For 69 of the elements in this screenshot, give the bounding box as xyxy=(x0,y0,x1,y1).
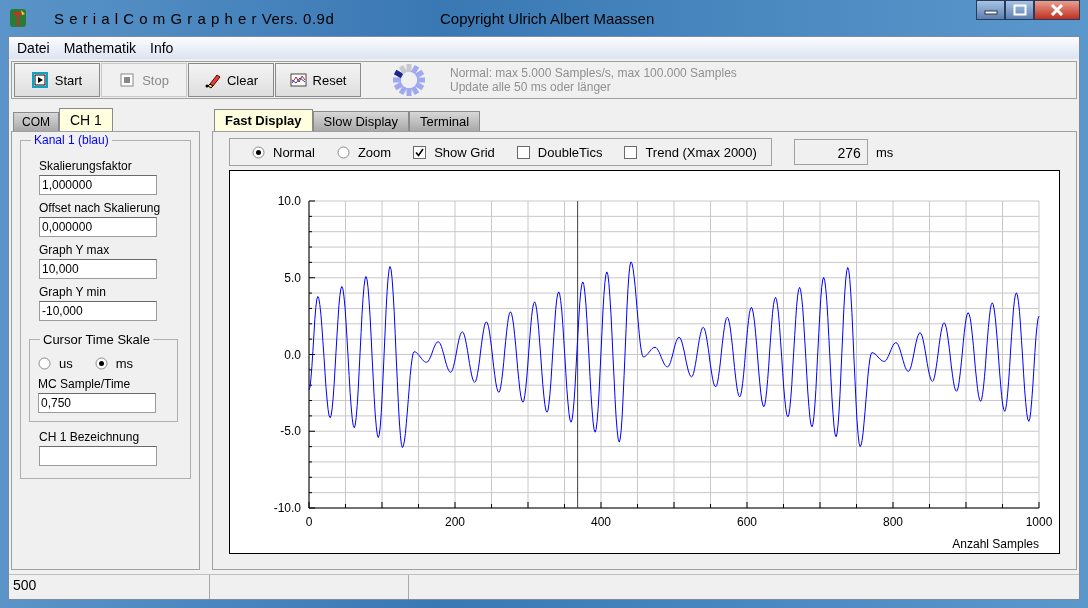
checkbox-label: DoubleTics xyxy=(537,144,603,160)
radio-label: us xyxy=(59,356,73,371)
tick-label: 200 xyxy=(445,515,465,529)
input-field[interactable]: -10,000 xyxy=(39,301,157,321)
window-title: S e r i a l C o m G r a p h e r Vers. 0.9d xyxy=(54,9,336,27)
tick-label: 0 xyxy=(305,515,313,529)
radio-label: Normal xyxy=(273,144,315,160)
close-icon xyxy=(1050,4,1064,16)
input-field[interactable]: 0,000000 xyxy=(39,217,157,237)
radio-button[interactable] xyxy=(336,145,350,159)
graph-icon xyxy=(289,71,307,89)
readout-field: 276 xyxy=(793,139,868,165)
menu-item[interactable]: Datei xyxy=(13,40,54,56)
radio-button[interactable] xyxy=(252,145,265,159)
play-icon xyxy=(31,71,49,89)
minimize-button[interactable] xyxy=(976,0,1005,20)
checkbox-label: Show Grid xyxy=(434,144,495,160)
field-label: Skalierungsfaktor xyxy=(39,159,133,173)
checkbox-label: Trend (Xmax 2000) xyxy=(645,144,757,160)
maximize-button[interactable] xyxy=(1005,0,1034,20)
checkbox[interactable] xyxy=(624,145,638,159)
radio-label: Zoom xyxy=(357,144,392,160)
toolbar-button[interactable]: Start xyxy=(14,63,100,97)
toolbar-button[interactable]: Reset xyxy=(275,63,361,97)
tab[interactable]: Terminal xyxy=(409,111,481,131)
input-field[interactable] xyxy=(39,446,157,466)
tab[interactable]: COM xyxy=(13,112,59,131)
input-field[interactable]: 0,750 xyxy=(38,393,156,413)
info-text: Normal: max 5.000 Samples/s, max 100.000 Samples xyxy=(450,66,737,80)
stop-icon xyxy=(119,71,137,89)
tick-label: 800 xyxy=(883,515,903,529)
axis-title: Anzahl Samples xyxy=(952,537,1039,551)
tick-label: -5.0 xyxy=(280,424,301,439)
group-title: Kanal 1 (blau) xyxy=(31,133,112,147)
radio-button[interactable] xyxy=(38,357,51,370)
app-icon xyxy=(8,7,28,29)
field-label: Offset nach Skalierung xyxy=(39,201,162,215)
checkbox[interactable] xyxy=(516,145,530,159)
input-field[interactable]: 10,000 xyxy=(39,259,157,279)
field-label: MC Sample/Time xyxy=(38,377,132,391)
cursor-line[interactable] xyxy=(577,200,579,509)
tick-label: 400 xyxy=(591,515,611,529)
radio-label: ms xyxy=(115,356,134,371)
field-label: Graph Y max xyxy=(39,243,111,257)
tick-label: 1000 xyxy=(1025,515,1053,529)
maximize-icon xyxy=(1012,4,1027,16)
status-text: 500 xyxy=(9,575,210,599)
radio-button[interactable] xyxy=(94,357,108,370)
field-label: Graph Y min xyxy=(39,285,107,299)
group-title: Cursor Time Skale xyxy=(40,332,153,347)
tick-label: 5.0 xyxy=(284,270,301,285)
field-label: CH 1 Bezeichnung xyxy=(39,430,141,444)
menu-item[interactable]: Mathematik xyxy=(59,40,141,56)
close-button[interactable] xyxy=(1034,0,1080,20)
tick-label: 10.0 xyxy=(277,194,301,208)
unit-label: ms xyxy=(875,144,894,160)
input-field[interactable]: 1,000000 xyxy=(39,175,157,195)
tab[interactable]: Fast Display xyxy=(214,109,313,131)
copyright-text: Copyright Ulrich Albert Maassen xyxy=(440,9,655,27)
checkbox[interactable] xyxy=(413,145,427,159)
tab[interactable]: CH 1 xyxy=(59,108,113,131)
spinner-icon xyxy=(392,63,426,97)
tick-label: 600 xyxy=(737,515,757,529)
tab[interactable]: Slow Display xyxy=(312,111,409,131)
tick-label: -10.0 xyxy=(273,501,301,515)
tick-label: 0.0 xyxy=(284,347,301,362)
info-text: Update alle 50 ms oder länger xyxy=(450,80,612,94)
toolbar-button[interactable]: Clear xyxy=(188,63,274,97)
menu-item[interactable]: Info xyxy=(146,40,178,56)
